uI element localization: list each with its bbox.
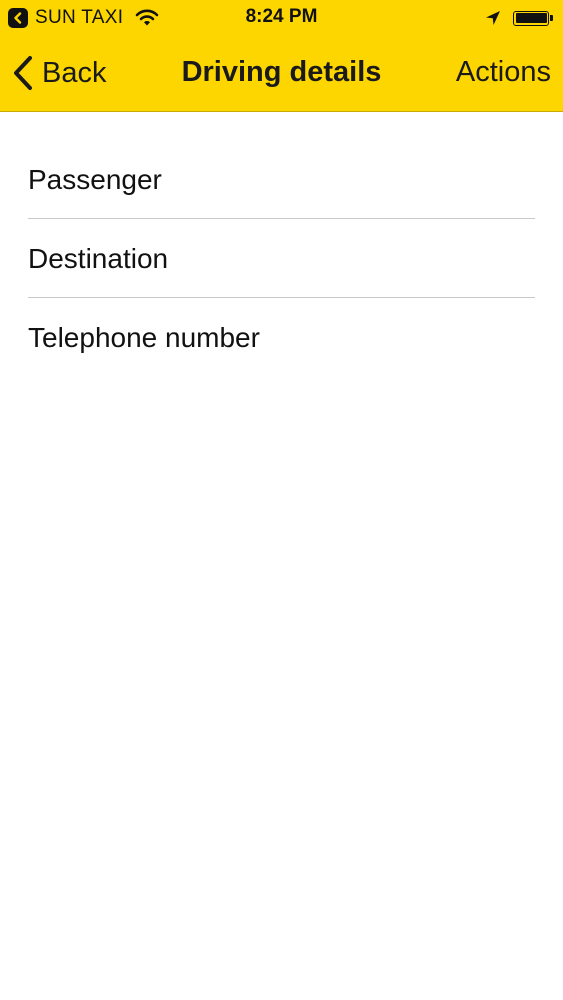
list-item-destination[interactable]: Destination [28,219,535,298]
battery-tip [550,15,553,21]
navigation-bar: Back Driving details Actions [0,36,563,112]
battery-icon [513,10,553,26]
driving-details-list: Passenger Destination Telephone number [0,140,563,377]
header-bar: SUN TAXI 8:24 PM Back Driving details Ac… [0,0,563,112]
status-bar: SUN TAXI 8:24 PM [0,0,563,36]
actions-button[interactable]: Actions [456,56,551,89]
screen: SUN TAXI 8:24 PM Back Driving details Ac… [0,0,563,1000]
list-item-label: Passenger [28,164,162,195]
list-item-label: Destination [28,243,169,274]
list-item-telephone-number[interactable]: Telephone number [28,298,535,377]
status-right-group [485,8,553,28]
status-time: 8:24 PM [245,6,318,27]
battery-body [513,10,549,26]
battery-fill [515,13,547,23]
list-item-label: Telephone number [28,322,260,353]
list-item-passenger[interactable]: Passenger [28,140,535,219]
location-arrow-icon [485,10,501,26]
